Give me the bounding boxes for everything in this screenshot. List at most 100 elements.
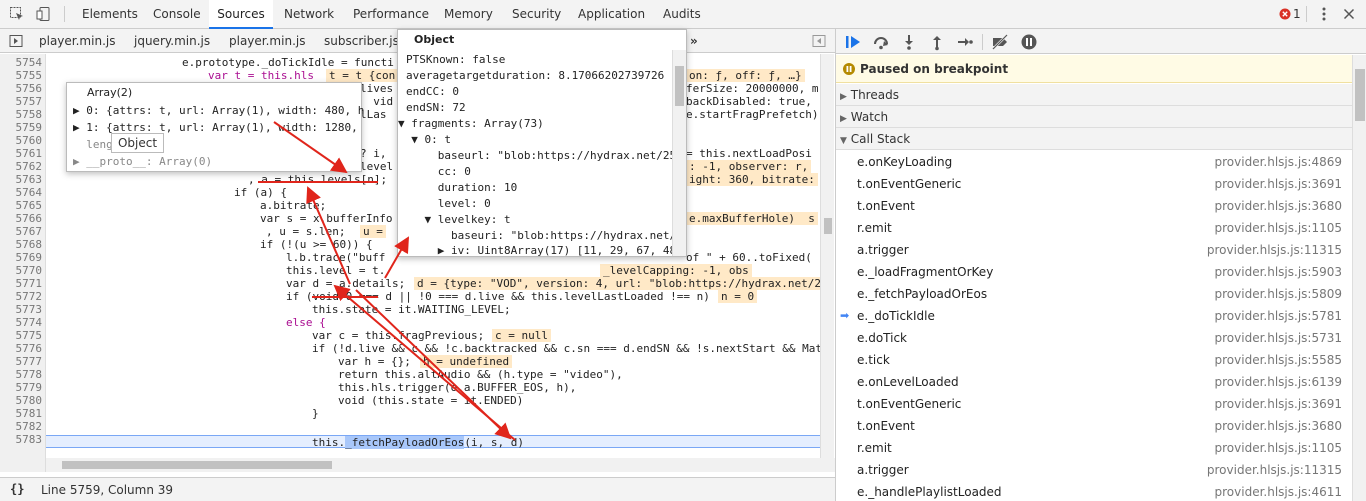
object-property[interactable]: baseuri: "blob:https://hydrax.net/	[398, 228, 676, 243]
call-frame[interactable]: ➡ e._doTickIdle provider.hlsjs.js:5781	[836, 305, 1352, 327]
object-property[interactable]: PTSKnown: false	[406, 52, 505, 67]
line-number[interactable]: 5759	[0, 121, 43, 134]
line-number-gutter[interactable]: 5754 5755 5756 5757 5758 5759 5760 5761 5762 5763…	[0, 54, 46, 472]
line-number[interactable]: 5768	[0, 238, 43, 251]
call-frame-location[interactable]: provider.hlsjs.js:5903	[1215, 261, 1342, 283]
line-number[interactable]: 5766	[0, 212, 43, 225]
line-number[interactable]: 5783	[0, 433, 43, 446]
tab-elements[interactable]: Elements	[78, 0, 142, 29]
call-frame[interactable]: t.onEventGeneric provider.hlsjs.js:3691	[836, 393, 1352, 415]
object-property[interactable]: baseurl: "blob:https://hydrax.net/25	[398, 148, 676, 163]
line-number[interactable]: 5761	[0, 147, 43, 160]
line-number[interactable]: 5762	[0, 160, 43, 173]
array-entry[interactable]: ▶ __proto__: Array(0)	[73, 154, 212, 169]
object-property[interactable]: level: 0	[398, 196, 491, 211]
object-property[interactable]: duration: 10	[398, 180, 517, 195]
step-over-icon[interactable]	[872, 33, 890, 51]
deactivate-breakpoints-icon[interactable]	[991, 33, 1009, 51]
selected-token[interactable]: _fetchPayloadOrEos	[345, 436, 465, 449]
toggle-navigator-icon[interactable]	[9, 34, 23, 48]
line-number[interactable]: 5779	[0, 381, 43, 394]
more-menu-icon[interactable]	[1316, 6, 1332, 22]
scroll-thumb[interactable]	[675, 66, 684, 106]
tab-application[interactable]: Application	[574, 0, 649, 29]
call-frame-location[interactable]: provider.hlsjs.js:11315	[1207, 459, 1342, 481]
resume-icon[interactable]	[844, 33, 862, 51]
line-number[interactable]: 5772	[0, 290, 43, 303]
line-number[interactable]: 5754	[0, 56, 43, 69]
call-frame-location[interactable]: provider.hlsjs.js:5585	[1215, 349, 1342, 371]
call-frame[interactable]: e.tick provider.hlsjs.js:5585	[836, 349, 1352, 371]
tab-memory[interactable]: Memory	[440, 0, 497, 29]
call-frame[interactable]: e.onLevelLoaded provider.hlsjs.js:6139	[836, 371, 1352, 393]
object-property[interactable]: ▶ iv: Uint8Array(17) [11, 29, 67, 48	[398, 243, 676, 257]
line-number[interactable]: 5769	[0, 251, 43, 264]
tab-security[interactable]: Security	[508, 0, 565, 29]
call-frame[interactable]: e.doTick provider.hlsjs.js:5731	[836, 327, 1352, 349]
line-number[interactable]: 5758	[0, 108, 43, 121]
scroll-thumb[interactable]	[824, 218, 832, 234]
call-frame-location[interactable]: provider.hlsjs.js:3680	[1215, 195, 1342, 217]
call-frame[interactable]: t.onEvent provider.hlsjs.js:3680	[836, 195, 1352, 217]
call-frame-location[interactable]: provider.hlsjs.js:5731	[1215, 327, 1342, 349]
call-frame[interactable]: e.onKeyLoading provider.hlsjs.js:4869	[836, 151, 1352, 173]
call-frame[interactable]: e._loadFragmentOrKey provider.hlsjs.js:59…	[836, 261, 1352, 283]
close-icon[interactable]	[1341, 6, 1357, 22]
device-toolbar-icon[interactable]	[36, 6, 52, 22]
call-frame[interactable]: r.emit provider.hlsjs.js:1105	[836, 217, 1352, 239]
tab-network[interactable]: Network	[280, 0, 338, 29]
section-threads[interactable]: ▶ Threads	[836, 84, 1352, 106]
file-tab[interactable]: jquery.min.js	[134, 29, 210, 53]
line-number[interactable]: 5771	[0, 277, 43, 290]
object-property[interactable]: cc: 0	[398, 164, 471, 179]
line-number[interactable]: 5763	[0, 173, 43, 186]
call-frame-location[interactable]: provider.hlsjs.js:1105	[1215, 437, 1342, 459]
line-number[interactable]: 5767	[0, 225, 43, 238]
more-tabs-button[interactable]: »	[690, 29, 698, 53]
line-number[interactable]: 5773	[0, 303, 43, 316]
call-frame-location[interactable]: provider.hlsjs.js:4611	[1215, 481, 1342, 501]
object-property[interactable]: ▼ levelkey: t	[398, 212, 510, 227]
call-frame[interactable]: a.trigger provider.hlsjs.js:11315	[836, 239, 1352, 261]
file-tab[interactable]: player.min.js	[229, 29, 305, 53]
step-into-icon[interactable]	[900, 33, 918, 51]
line-number[interactable]: 5756	[0, 82, 43, 95]
line-number[interactable]: 5775	[0, 329, 43, 342]
line-number[interactable]: 5780	[0, 394, 43, 407]
file-tab[interactable]: player.min.js	[39, 29, 115, 53]
object-property[interactable]: averagetargetduration: 8.17066202739726	[406, 68, 664, 83]
call-frame-location[interactable]: provider.hlsjs.js:4869	[1215, 151, 1342, 173]
scroll-thumb[interactable]	[1355, 69, 1365, 121]
call-frame-location[interactable]: provider.hlsjs.js:1105	[1215, 217, 1342, 239]
object-property[interactable]: endSN: 72	[406, 100, 466, 115]
line-number[interactable]: 5778	[0, 368, 43, 381]
line-number[interactable]: 5774	[0, 316, 43, 329]
line-number[interactable]: 5764	[0, 186, 43, 199]
call-frame-location[interactable]: provider.hlsjs.js:3691	[1215, 393, 1342, 415]
line-number[interactable]: 5781	[0, 407, 43, 420]
line-number[interactable]: 5755	[0, 69, 43, 82]
line-number[interactable]: 5776	[0, 342, 43, 355]
call-frame-location[interactable]: provider.hlsjs.js:11315	[1207, 239, 1342, 261]
object-property[interactable]: ▼ 0: t	[398, 132, 451, 147]
file-tab[interactable]: subscriber.js	[324, 29, 399, 53]
call-frame[interactable]: r.emit provider.hlsjs.js:1105	[836, 437, 1352, 459]
section-call-stack[interactable]: ▼ Call Stack	[836, 128, 1352, 150]
error-count[interactable]: 1	[1289, 0, 1305, 29]
editor-horizontal-scrollbar[interactable]	[46, 458, 835, 472]
pause-on-exceptions-icon[interactable]	[1020, 33, 1038, 51]
popover-scrollbar[interactable]	[672, 50, 686, 256]
line-number[interactable]: 5765	[0, 199, 43, 212]
call-frame[interactable]: e._handlePlaylistLoaded provider.hlsjs.js…	[836, 481, 1352, 501]
section-watch[interactable]: ▶ Watch	[836, 106, 1352, 128]
line-number[interactable]: 5782	[0, 420, 43, 433]
tab-sources[interactable]: Sources	[209, 0, 273, 29]
call-frame-location[interactable]: provider.hlsjs.js:5781	[1215, 305, 1342, 327]
array-entry[interactable]: ▶ 0: {attrs: t, url: Array(1), width: 48…	[73, 103, 364, 118]
inspect-icon[interactable]	[9, 6, 25, 22]
scroll-thumb[interactable]	[62, 461, 332, 469]
call-frame-location[interactable]: provider.hlsjs.js:3691	[1215, 173, 1342, 195]
step-icon[interactable]	[956, 33, 974, 51]
toggle-debugger-icon[interactable]	[812, 34, 826, 48]
call-frame[interactable]: t.onEvent provider.hlsjs.js:3680	[836, 415, 1352, 437]
